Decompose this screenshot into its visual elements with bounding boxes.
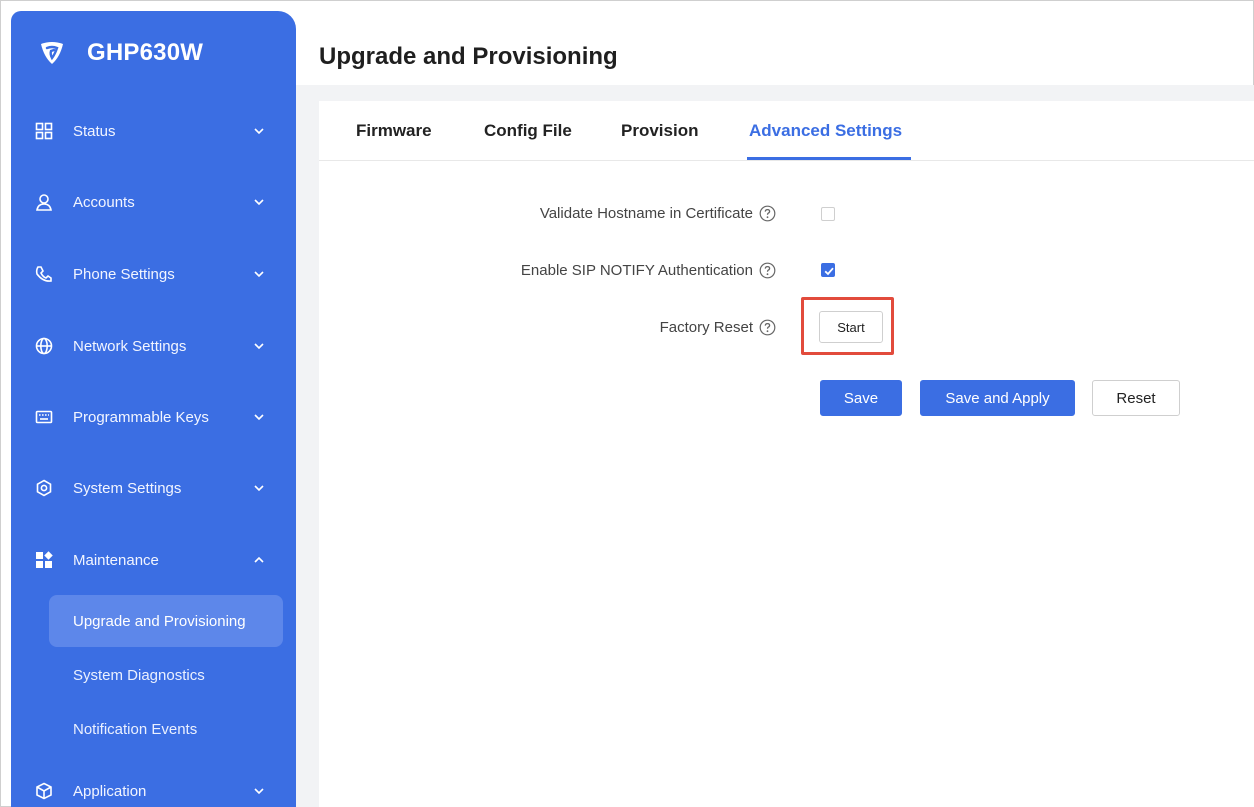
sidebar-item-label: System Settings — [73, 479, 182, 497]
sidebar-subitem-notification-events[interactable]: Notification Events — [49, 703, 283, 755]
sidebar-item-label: Programmable Keys — [73, 408, 209, 426]
grandstream-logo-icon — [37, 38, 67, 68]
sidebar-item-label: Application — [73, 782, 147, 800]
chevron-down-icon — [252, 339, 266, 353]
help-question-icon[interactable] — [759, 319, 776, 336]
content-card — [319, 101, 1254, 807]
sip-notify-auth-checkbox[interactable] — [821, 263, 835, 277]
factory-reset-label: Factory Reset — [660, 319, 776, 336]
sidebar-item-status[interactable]: Status — [11, 111, 296, 151]
globe-icon — [33, 335, 55, 357]
sidebar-item-network-settings[interactable]: Network Settings — [11, 326, 296, 366]
sidebar-item-accounts[interactable]: Accounts — [11, 182, 296, 222]
chevron-down-icon — [252, 784, 266, 798]
status-grid-icon — [33, 120, 55, 142]
chevron-down-icon — [252, 195, 266, 209]
checkmark-icon — [824, 267, 834, 276]
sidebar-item-label: Phone Settings — [73, 265, 175, 283]
tab-firmware[interactable]: Firmware — [356, 121, 432, 141]
keyboard-icon — [33, 406, 55, 428]
validate-hostname-checkbox[interactable] — [821, 207, 835, 221]
sidebar: GHP630W Status Accounts Phone Settings N… — [11, 11, 296, 807]
sidebar-item-application[interactable]: Application — [11, 771, 296, 807]
chevron-down-icon — [252, 481, 266, 495]
help-question-icon[interactable] — [759, 262, 776, 279]
sidebar-subitem-system-diagnostics[interactable]: System Diagnostics — [49, 649, 283, 701]
sidebar-item-phone-settings[interactable]: Phone Settings — [11, 254, 296, 294]
sidebar-item-programmable-keys[interactable]: Programmable Keys — [11, 397, 296, 437]
window-frame: GHP630W Status Accounts Phone Settings N… — [0, 0, 1254, 807]
save-and-apply-button[interactable]: Save and Apply — [920, 380, 1075, 416]
sidebar-item-label: Maintenance — [73, 551, 159, 569]
brand: GHP630W — [11, 11, 296, 95]
chevron-up-icon — [252, 553, 266, 567]
chevron-down-icon — [252, 267, 266, 281]
help-question-icon[interactable] — [759, 205, 776, 222]
chevron-down-icon — [252, 410, 266, 424]
save-button[interactable]: Save — [820, 380, 902, 416]
sidebar-item-label: Accounts — [73, 193, 135, 211]
maintenance-icon — [33, 549, 55, 571]
phone-icon — [33, 263, 55, 285]
sidebar-item-maintenance[interactable]: Maintenance — [11, 540, 296, 580]
sidebar-item-label: Status — [73, 122, 116, 140]
sidebar-item-system-settings[interactable]: System Settings — [11, 468, 296, 508]
reset-button[interactable]: Reset — [1092, 380, 1180, 416]
sidebar-subitem-upgrade-and-provisioning[interactable]: Upgrade and Provisioning — [49, 595, 283, 647]
validate-hostname-label: Validate Hostname in Certificate — [540, 205, 776, 222]
gear-icon — [33, 477, 55, 499]
sidebar-item-label: Network Settings — [73, 337, 187, 355]
tab-config-file[interactable]: Config File — [484, 121, 572, 141]
brand-title: GHP630W — [87, 39, 204, 66]
sip-notify-auth-label: Enable SIP NOTIFY Authentication — [521, 262, 776, 279]
user-icon — [33, 191, 55, 213]
tab-advanced-settings[interactable]: Advanced Settings — [749, 121, 902, 141]
highlight-annotation-box — [801, 297, 894, 355]
chevron-down-icon — [252, 124, 266, 138]
page-title: Upgrade and Provisioning — [319, 43, 618, 70]
active-tab-indicator — [747, 157, 911, 160]
tab-provision[interactable]: Provision — [621, 121, 698, 141]
tab-bar: Firmware Config File Provision Advanced … — [319, 101, 1254, 161]
application-icon — [33, 780, 55, 802]
